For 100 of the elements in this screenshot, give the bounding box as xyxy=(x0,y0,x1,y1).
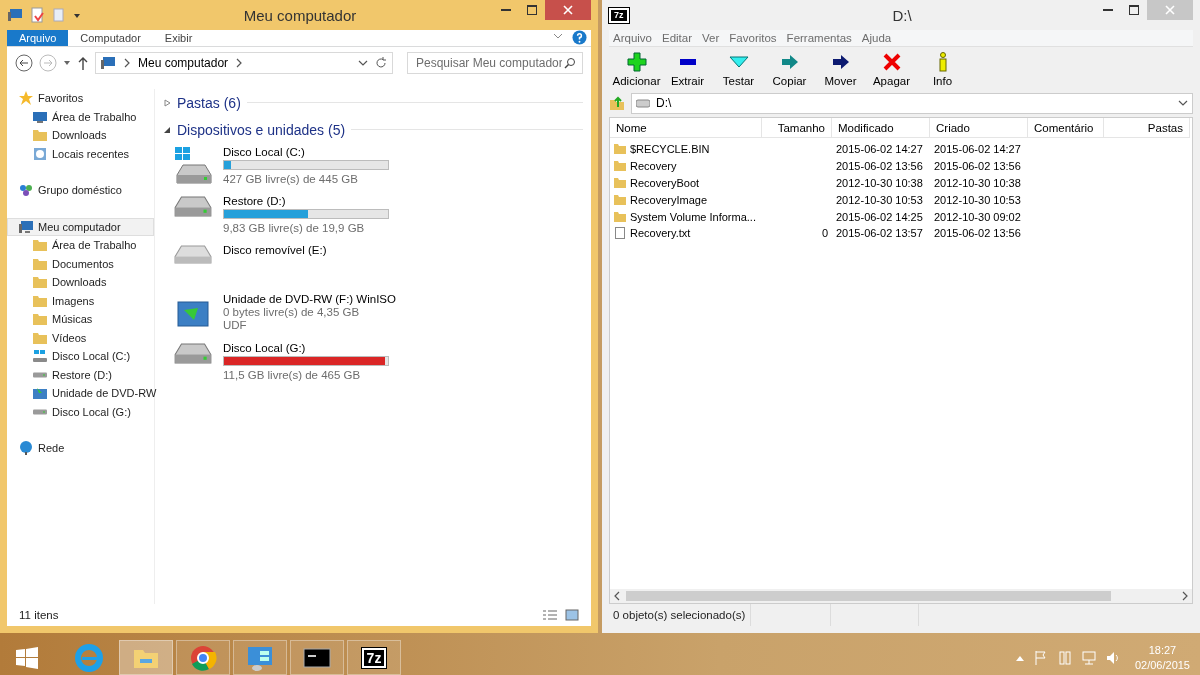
drive-icon xyxy=(636,98,650,108)
file-name[interactable]: System Volume Informa... xyxy=(610,208,762,225)
created-date: 2015-06-02 13:56 xyxy=(934,227,1021,240)
dropdown-icon xyxy=(358,58,368,68)
file-name[interactable]: RecoveryBoot xyxy=(610,174,762,192)
search-icon xyxy=(564,57,576,69)
drive-details: 0 bytes livre(s) de 4,35 GB xyxy=(223,306,361,319)
toolbar-button[interactable]: Apagar xyxy=(866,47,917,91)
folder-up-icon xyxy=(609,95,625,111)
folder-icon xyxy=(614,177,626,189)
cross-icon xyxy=(881,51,902,72)
back-icon xyxy=(15,54,33,72)
file-name[interactable]: $RECYCLE.BIN xyxy=(610,141,762,158)
menu-item[interactable]: Editar xyxy=(662,30,693,46)
taskbar-button[interactable] xyxy=(290,640,344,675)
address-text: Meu computador xyxy=(138,56,229,70)
browser-e-icon xyxy=(74,642,104,673)
modified-date: 2015-06-02 14:27 xyxy=(836,143,923,156)
star-icon xyxy=(18,90,34,107)
column-header[interactable]: Modificado xyxy=(832,118,930,138)
address-bar[interactable]: Meu computador xyxy=(95,52,393,74)
windows-disk-icon xyxy=(174,147,212,184)
sidebar-item[interactable]: Área de Trabalho xyxy=(7,107,154,126)
file-name[interactable]: Recovery xyxy=(610,157,762,175)
file-name[interactable]: Recovery.txt xyxy=(610,225,762,242)
toolbar-button[interactable]: Copiar xyxy=(764,47,815,91)
sidebar-item[interactable]: Grupo doméstico xyxy=(7,181,154,200)
toolbar-button[interactable]: Testar xyxy=(713,47,764,91)
menu-item[interactable]: Arquivo xyxy=(613,30,652,46)
drive-name[interactable]: Disco Local (C:) xyxy=(223,145,389,159)
path-field[interactable]: D:\ xyxy=(631,92,1193,114)
sidebar-item[interactable]: Músicas xyxy=(7,310,154,329)
created-date: 2012-10-30 10:38 xyxy=(934,177,1021,189)
folder-icon xyxy=(32,127,48,144)
properties-icon xyxy=(29,7,45,23)
file-name[interactable]: RecoveryImage xyxy=(610,191,762,209)
column-header[interactable]: Criado xyxy=(930,118,1028,138)
ribbon-tab[interactable]: Exibir xyxy=(152,30,205,46)
horizontal-scrollbar[interactable] xyxy=(610,589,1192,603)
network-icon xyxy=(1080,649,1097,666)
sidebar-item[interactable]: Área de Trabalho xyxy=(7,236,154,255)
dropdown-icon xyxy=(1178,98,1188,108)
created-date: 2012-10-30 10:53 xyxy=(934,193,1021,206)
folder-icon xyxy=(614,160,626,173)
expander-icon xyxy=(163,125,171,134)
toolbar-button[interactable]: Info xyxy=(917,47,968,91)
computer-icon xyxy=(7,7,23,23)
sidebar-item[interactable]: Disco Local (G:) xyxy=(7,402,154,421)
sidebar-item[interactable]: Imagens xyxy=(7,291,154,310)
sidebar-item[interactable]: Rede xyxy=(7,439,154,458)
search-field[interactable]: Pesquisar Meu computador xyxy=(407,52,583,74)
sidebar-item[interactable]: Favoritos xyxy=(7,89,154,108)
sidebar-item[interactable]: Restore (D:) xyxy=(7,365,154,384)
expander-icon xyxy=(163,98,171,107)
sidebar-item[interactable]: Downloads xyxy=(7,126,154,145)
windows-logo-icon xyxy=(15,645,39,670)
close-icon xyxy=(563,5,573,15)
ribbon-tab[interactable]: Computador xyxy=(68,30,153,46)
column-header[interactable]: Comentário xyxy=(1028,118,1104,138)
column-header[interactable]: Nome xyxy=(610,118,762,138)
column-header[interactable]: Tamanho xyxy=(762,118,832,138)
power-icon xyxy=(1056,649,1073,666)
section-header[interactable]: Pastas (6) xyxy=(177,94,241,111)
sidebar-item[interactable]: Meu computador xyxy=(7,217,154,236)
menu-item[interactable]: Ajuda xyxy=(861,30,892,46)
sidebar-item[interactable]: Documentos xyxy=(7,254,154,273)
drive-name[interactable]: Restore (D:) xyxy=(223,194,389,208)
flag-icon xyxy=(1032,649,1049,666)
drive-name[interactable]: Disco removível (E:) xyxy=(223,243,327,257)
drive-name[interactable]: Unidade de DVD-RW (F:) WinISO xyxy=(223,292,396,306)
menu-item[interactable]: Ferramentas xyxy=(786,30,852,46)
drive-name[interactable]: Disco Local (G:) xyxy=(223,341,389,355)
folder-icon xyxy=(32,237,48,254)
computer-icon xyxy=(18,218,34,235)
status-text: 0 objeto(s) selecionado(s) xyxy=(613,609,746,621)
drive-details: 11,5 GB livre(s) de 465 GB xyxy=(223,369,362,382)
toolbar-button[interactable]: Adicionar xyxy=(611,47,662,91)
path-text: D:\ xyxy=(656,96,672,110)
toolbar-button[interactable]: Extrair xyxy=(662,47,713,91)
taskbar-button[interactable]: 7z xyxy=(347,640,401,675)
refresh-icon xyxy=(374,56,388,70)
window-title: Meu computador xyxy=(243,6,357,24)
plus-icon xyxy=(626,51,647,72)
up-arrow-icon xyxy=(77,56,89,70)
sidebar-item[interactable]: Locais recentes xyxy=(7,144,154,163)
sidebar-item[interactable]: Disco Local (C:) xyxy=(7,347,154,366)
file-size: 0 xyxy=(821,227,828,240)
sidebar-item[interactable]: Downloads xyxy=(7,273,154,292)
clock-time: 18:27 xyxy=(1148,642,1177,658)
folder-icon xyxy=(614,143,626,156)
section-header[interactable]: Dispositivos e unidades (5) xyxy=(177,121,346,138)
toolbar-button[interactable]: Mover xyxy=(815,47,866,91)
menu-item[interactable]: Ver xyxy=(702,30,720,46)
menu-item[interactable]: Favoritos xyxy=(729,30,777,46)
modified-date: 2015-06-02 14:25 xyxy=(836,210,923,223)
sidebar-item[interactable]: Vídeos xyxy=(7,328,154,347)
computer-icon xyxy=(100,55,116,71)
folder-icon xyxy=(614,210,626,223)
column-header[interactable]: Pastas xyxy=(1104,118,1190,138)
ribbon-tab[interactable]: Arquivo xyxy=(7,30,69,46)
